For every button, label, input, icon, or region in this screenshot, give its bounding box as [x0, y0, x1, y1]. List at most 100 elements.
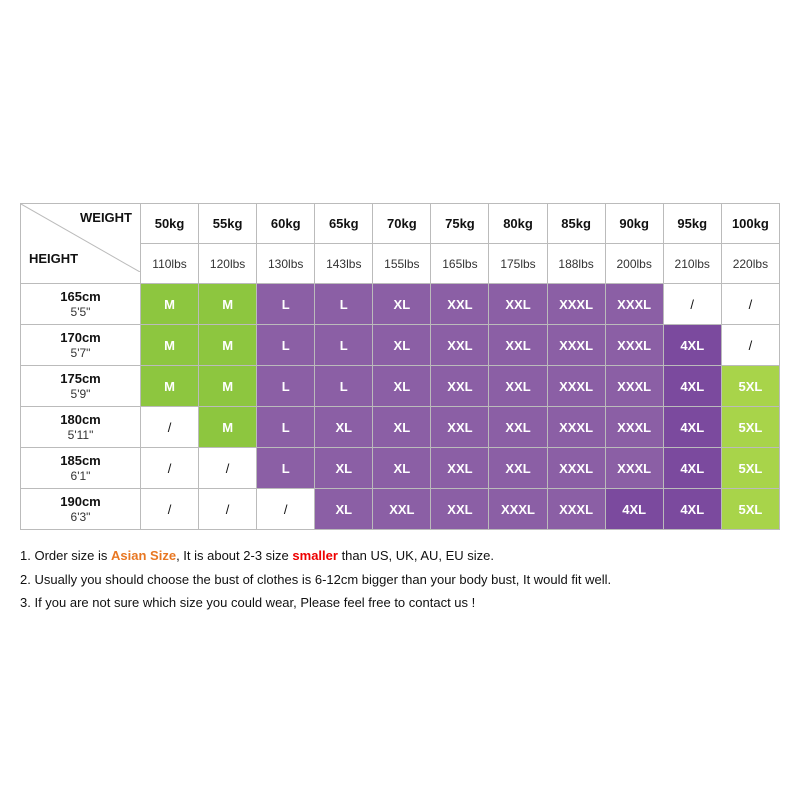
- size-cell: 4XL: [663, 366, 721, 407]
- table-row: 170cm5'7"MMLLXLXXLXXLXXXLXXXL4XL/: [21, 325, 780, 366]
- size-cell: 5XL: [721, 448, 779, 489]
- size-cell: XXL: [489, 366, 547, 407]
- size-cell: M: [199, 366, 257, 407]
- size-cell: M: [141, 366, 199, 407]
- kg-header: 50kg: [141, 204, 199, 244]
- note-highlight-asian: Asian Size: [111, 548, 176, 563]
- size-cell: M: [199, 407, 257, 448]
- ft-value: 5'11": [68, 428, 94, 442]
- row-height-header: 180cm5'11": [21, 407, 141, 448]
- note-item: 1. Order size is Asian Size, It is about…: [20, 544, 780, 567]
- row-height-header: 190cm6'3": [21, 489, 141, 530]
- kg-header: 85kg: [547, 204, 605, 244]
- cm-value: 190cm: [60, 494, 100, 509]
- size-cell: L: [257, 366, 315, 407]
- kg-header: 70kg: [373, 204, 431, 244]
- table-row: 175cm5'9"MMLLXLXXLXXLXXXLXXXL4XL5XL: [21, 366, 780, 407]
- size-cell: L: [315, 325, 373, 366]
- size-cell: XXL: [373, 489, 431, 530]
- kg-header: 55kg: [199, 204, 257, 244]
- lbs-header: 155lbs: [373, 244, 431, 284]
- size-cell: XXXL: [605, 284, 663, 325]
- note-highlight-smaller: smaller: [292, 548, 338, 563]
- size-cell: XXL: [489, 284, 547, 325]
- size-cell: XXXL: [489, 489, 547, 530]
- size-cell: /: [199, 448, 257, 489]
- size-cell: 5XL: [721, 366, 779, 407]
- size-cell: XL: [373, 284, 431, 325]
- size-cell: /: [721, 325, 779, 366]
- table-row: 185cm6'1"//LXLXLXXLXXLXXXLXXXL4XL5XL: [21, 448, 780, 489]
- size-cell: XXXL: [547, 407, 605, 448]
- size-cell: 4XL: [663, 448, 721, 489]
- cm-value: 170cm: [60, 330, 100, 345]
- size-cell: XXL: [489, 448, 547, 489]
- size-cell: XL: [373, 366, 431, 407]
- size-cell: 4XL: [663, 325, 721, 366]
- size-cell: XL: [373, 448, 431, 489]
- ft-value: 6'3": [71, 510, 91, 524]
- size-cell: XXXL: [605, 407, 663, 448]
- size-cell: XL: [315, 448, 373, 489]
- size-cell: XL: [373, 325, 431, 366]
- note-item: 2. Usually you should choose the bust of…: [20, 568, 780, 591]
- size-chart-table: WEIGHT HEIGHT 50kg55kg60kg65kg70kg75kg80…: [20, 203, 780, 530]
- size-cell: XXXL: [547, 325, 605, 366]
- weight-height-header: WEIGHT HEIGHT: [21, 204, 141, 284]
- size-cell: 4XL: [663, 489, 721, 530]
- lbs-header: 200lbs: [605, 244, 663, 284]
- kg-header: 90kg: [605, 204, 663, 244]
- size-cell: M: [141, 325, 199, 366]
- size-cell: M: [141, 284, 199, 325]
- size-cell: M: [199, 325, 257, 366]
- table-row: 190cm6'3"///XLXXLXXLXXXLXXXL4XL4XL5XL: [21, 489, 780, 530]
- size-cell: XXL: [431, 448, 489, 489]
- size-cell: XL: [315, 407, 373, 448]
- size-cell: /: [721, 284, 779, 325]
- lbs-header: 188lbs: [547, 244, 605, 284]
- size-cell: XXXL: [605, 448, 663, 489]
- size-cell: 4XL: [605, 489, 663, 530]
- notes-section: 1. Order size is Asian Size, It is about…: [20, 544, 780, 614]
- cm-value: 180cm: [60, 412, 100, 427]
- size-cell: /: [141, 407, 199, 448]
- size-cell: XXXL: [547, 448, 605, 489]
- lbs-header: 130lbs: [257, 244, 315, 284]
- size-cell: L: [257, 325, 315, 366]
- size-cell: 5XL: [721, 407, 779, 448]
- size-cell: XXXL: [605, 325, 663, 366]
- size-cell: L: [257, 284, 315, 325]
- size-cell: 5XL: [721, 489, 779, 530]
- size-cell: M: [199, 284, 257, 325]
- kg-header: 75kg: [431, 204, 489, 244]
- weight-label: WEIGHT: [80, 210, 132, 225]
- size-cell: /: [141, 448, 199, 489]
- size-cell: XXL: [431, 407, 489, 448]
- size-cell: XXL: [431, 325, 489, 366]
- kg-header: 65kg: [315, 204, 373, 244]
- kg-header: 100kg: [721, 204, 779, 244]
- cm-value: 175cm: [60, 371, 100, 386]
- row-height-header: 175cm5'9": [21, 366, 141, 407]
- row-height-header: 170cm5'7": [21, 325, 141, 366]
- size-cell: XXL: [489, 407, 547, 448]
- size-cell: XL: [315, 489, 373, 530]
- height-label: HEIGHT: [29, 251, 78, 266]
- ft-value: 6'1": [71, 469, 91, 483]
- size-cell: L: [257, 448, 315, 489]
- size-cell: XXL: [431, 284, 489, 325]
- lbs-header: 110lbs: [141, 244, 199, 284]
- size-cell: /: [663, 284, 721, 325]
- kg-header: 80kg: [489, 204, 547, 244]
- size-cell: XXXL: [547, 489, 605, 530]
- lbs-header: 165lbs: [431, 244, 489, 284]
- lbs-header: 143lbs: [315, 244, 373, 284]
- size-cell: L: [315, 284, 373, 325]
- size-cell: /: [199, 489, 257, 530]
- size-cell: XXXL: [547, 366, 605, 407]
- size-cell: XXL: [489, 325, 547, 366]
- size-cell: L: [315, 366, 373, 407]
- size-cell: /: [141, 489, 199, 530]
- size-cell: XXXL: [547, 284, 605, 325]
- lbs-header: 120lbs: [199, 244, 257, 284]
